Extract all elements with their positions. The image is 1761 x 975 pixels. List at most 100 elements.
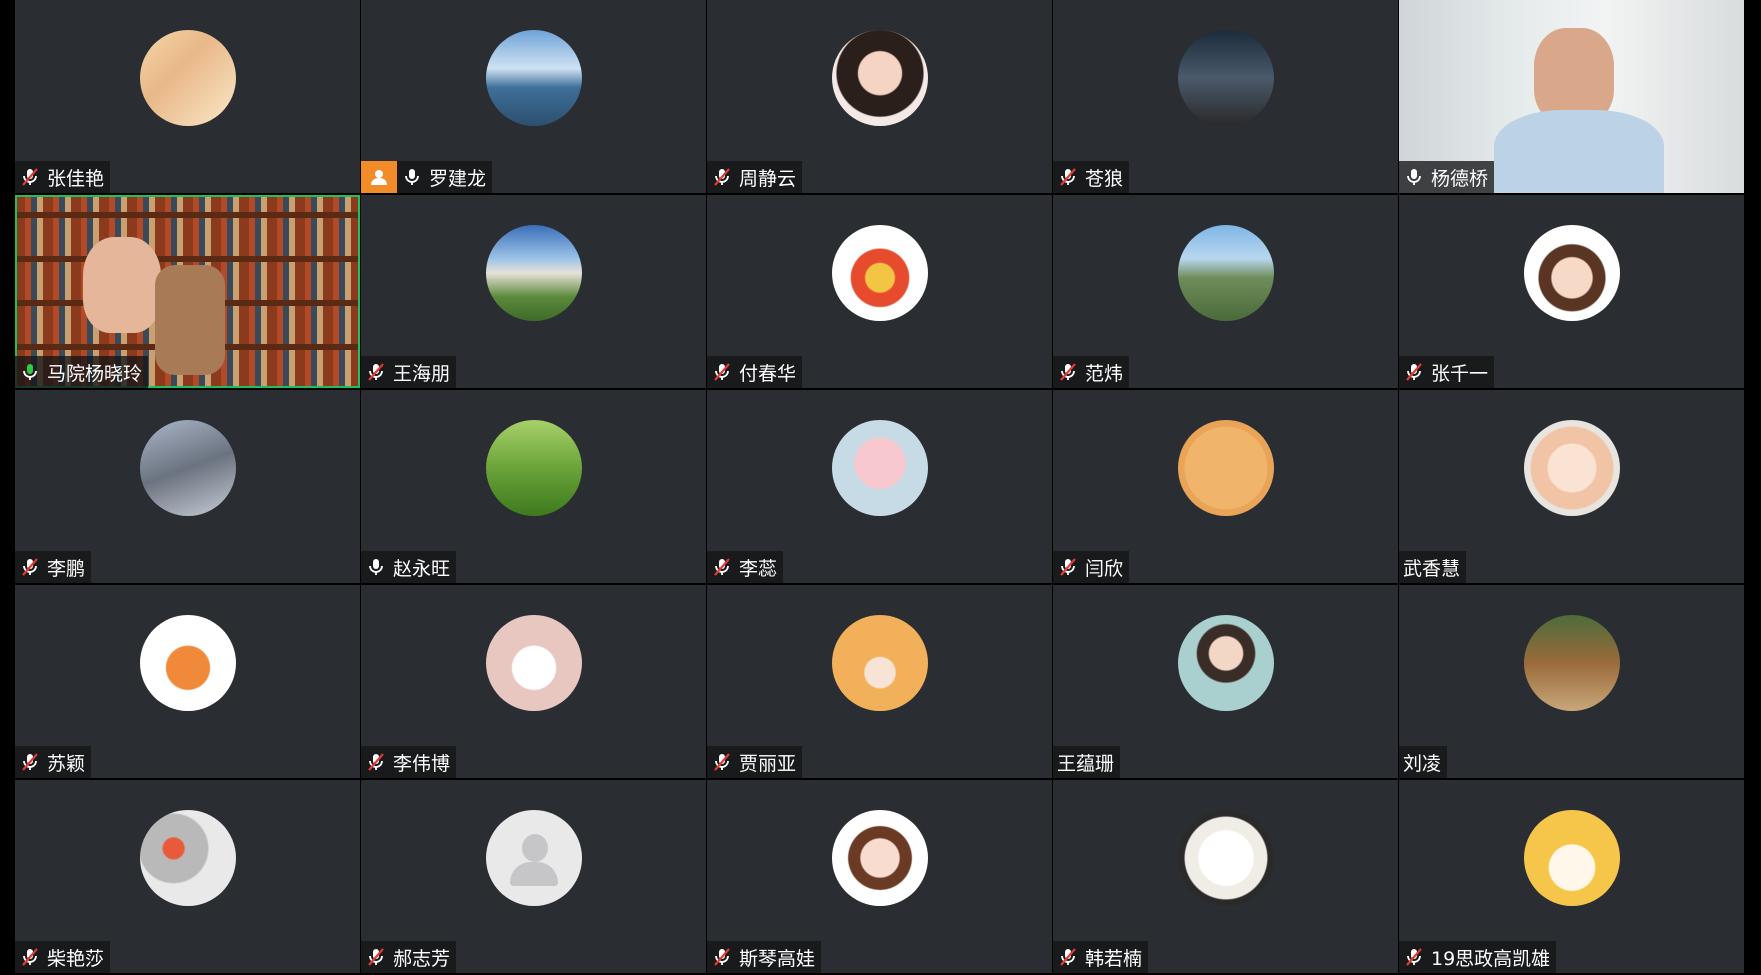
participant-name: 武香慧: [1403, 557, 1461, 580]
avatar: [139, 30, 236, 126]
participant-tile-7[interactable]: 王海朋: [361, 195, 706, 388]
mic-muted-icon: [707, 551, 737, 583]
participant-tile-21[interactable]: 柴艳莎: [15, 780, 360, 973]
participant-tile-15[interactable]: 武香慧: [1399, 390, 1744, 583]
mic-muted-icon: [1053, 941, 1083, 973]
avatar: [485, 225, 582, 321]
participant-tile-6[interactable]: 马院杨晓玲: [15, 195, 360, 388]
participant-tile-23[interactable]: 斯琴高娃: [707, 780, 1052, 973]
avatar: [1523, 615, 1620, 711]
mic-muted-icon: [15, 551, 45, 583]
participant-tile-12[interactable]: 赵永旺: [361, 390, 706, 583]
participant-tile-16[interactable]: 苏颖: [15, 585, 360, 778]
microphone-icon: [1399, 161, 1429, 193]
avatar: [1177, 810, 1274, 906]
name-label: 赵永旺: [361, 551, 457, 583]
participant-tile-19[interactable]: 王蕴珊: [1053, 585, 1398, 778]
participant-tile-22[interactable]: 郝志芳: [361, 780, 706, 973]
participant-tile-2[interactable]: 罗建龙: [361, 0, 706, 193]
participant-tile-9[interactable]: 范炜: [1053, 195, 1398, 388]
avatar: [1523, 810, 1620, 906]
participant-name: 李蕊: [739, 557, 778, 580]
avatar: [831, 810, 928, 906]
participant-name: 范炜: [1085, 362, 1124, 385]
name-label: 斯琴高娃: [707, 941, 822, 973]
avatar: [1177, 225, 1274, 321]
participant-name: 李伟博: [393, 752, 451, 775]
name-label: 王蕴珊: [1053, 746, 1121, 778]
participant-tile-25[interactable]: 19思政高凯雄: [1399, 780, 1744, 973]
mic-muted-icon: [707, 746, 737, 778]
mic-muted-icon: [1053, 356, 1083, 388]
avatar: [831, 615, 928, 711]
participant-tile-18[interactable]: 贾丽亚: [707, 585, 1052, 778]
avatar: [1177, 30, 1274, 126]
mic-muted-icon: [361, 356, 391, 388]
name-label: 罗建龙: [361, 161, 493, 193]
participant-tile-11[interactable]: 李鹏: [15, 390, 360, 583]
participant-tile-20[interactable]: 刘凌: [1399, 585, 1744, 778]
participant-name: 李鹏: [47, 557, 86, 580]
video-feed-shirt: [1494, 110, 1664, 193]
participant-name: 马院杨晓玲: [47, 362, 143, 385]
name-label: 张千一: [1399, 356, 1495, 388]
name-label: 韩若楠: [1053, 941, 1149, 973]
participant-name: 闫欣: [1085, 557, 1124, 580]
participant-tile-13[interactable]: 李蕊: [707, 390, 1052, 583]
name-label: 刘凌: [1399, 746, 1448, 778]
avatar: [139, 615, 236, 711]
avatar: [485, 30, 582, 126]
participant-name: 苍狼: [1085, 167, 1124, 190]
avatar: [1177, 420, 1274, 516]
participant-name: 王海朋: [393, 362, 451, 385]
name-label: 武香慧: [1399, 551, 1467, 583]
mic-muted-icon: [1399, 941, 1429, 973]
participant-name: 周静云: [739, 167, 797, 190]
participant-name: 贾丽亚: [739, 752, 797, 775]
avatar: [1523, 225, 1620, 321]
avatar: [831, 30, 928, 126]
mic-muted-icon: [707, 941, 737, 973]
mic-muted-icon: [361, 746, 391, 778]
participant-name: 王蕴珊: [1057, 752, 1115, 775]
participant-name: 付春华: [739, 362, 797, 385]
avatar: [831, 420, 928, 516]
name-label: 柴艳莎: [15, 941, 111, 973]
participant-name: 郝志芳: [393, 947, 451, 970]
name-label: 苍狼: [1053, 161, 1130, 193]
mic-muted-icon: [1053, 161, 1083, 193]
avatar: [139, 810, 236, 906]
avatar: [1523, 420, 1620, 516]
name-label: 李鹏: [15, 551, 92, 583]
participant-tile-24[interactable]: 韩若楠: [1053, 780, 1398, 973]
mic-muted-icon: [15, 941, 45, 973]
name-label: 郝志芳: [361, 941, 457, 973]
participant-tile-5[interactable]: 杨德桥: [1399, 0, 1744, 193]
participant-name: 张佳艳: [47, 167, 105, 190]
name-label: 19思政高凯雄: [1399, 941, 1557, 973]
participant-tile-3[interactable]: 周静云: [707, 0, 1052, 193]
participant-tile-8[interactable]: 付春华: [707, 195, 1052, 388]
name-label: 张佳艳: [15, 161, 111, 193]
participant-tile-17[interactable]: 李伟博: [361, 585, 706, 778]
participant-tile-1[interactable]: 张佳艳: [15, 0, 360, 193]
mic-muted-icon: [1399, 356, 1429, 388]
participant-tile-10[interactable]: 张千一: [1399, 195, 1744, 388]
avatar: [139, 420, 236, 516]
participant-name: 韩若楠: [1085, 947, 1143, 970]
name-label: 李伟博: [361, 746, 457, 778]
name-label: 闫欣: [1053, 551, 1130, 583]
mic-active-icon: [15, 356, 45, 388]
avatar: [1177, 615, 1274, 711]
avatar: [485, 615, 582, 711]
name-label: 苏颖: [15, 746, 92, 778]
participant-name: 赵永旺: [393, 557, 451, 580]
default-avatar: [485, 810, 582, 906]
participant-name: 罗建龙: [429, 167, 487, 190]
microphone-icon: [397, 161, 427, 193]
mic-muted-icon: [15, 746, 45, 778]
participant-name: 杨德桥: [1431, 167, 1489, 190]
participant-tile-14[interactable]: 闫欣: [1053, 390, 1398, 583]
participant-name: 柴艳莎: [47, 947, 105, 970]
participant-tile-4[interactable]: 苍狼: [1053, 0, 1398, 193]
